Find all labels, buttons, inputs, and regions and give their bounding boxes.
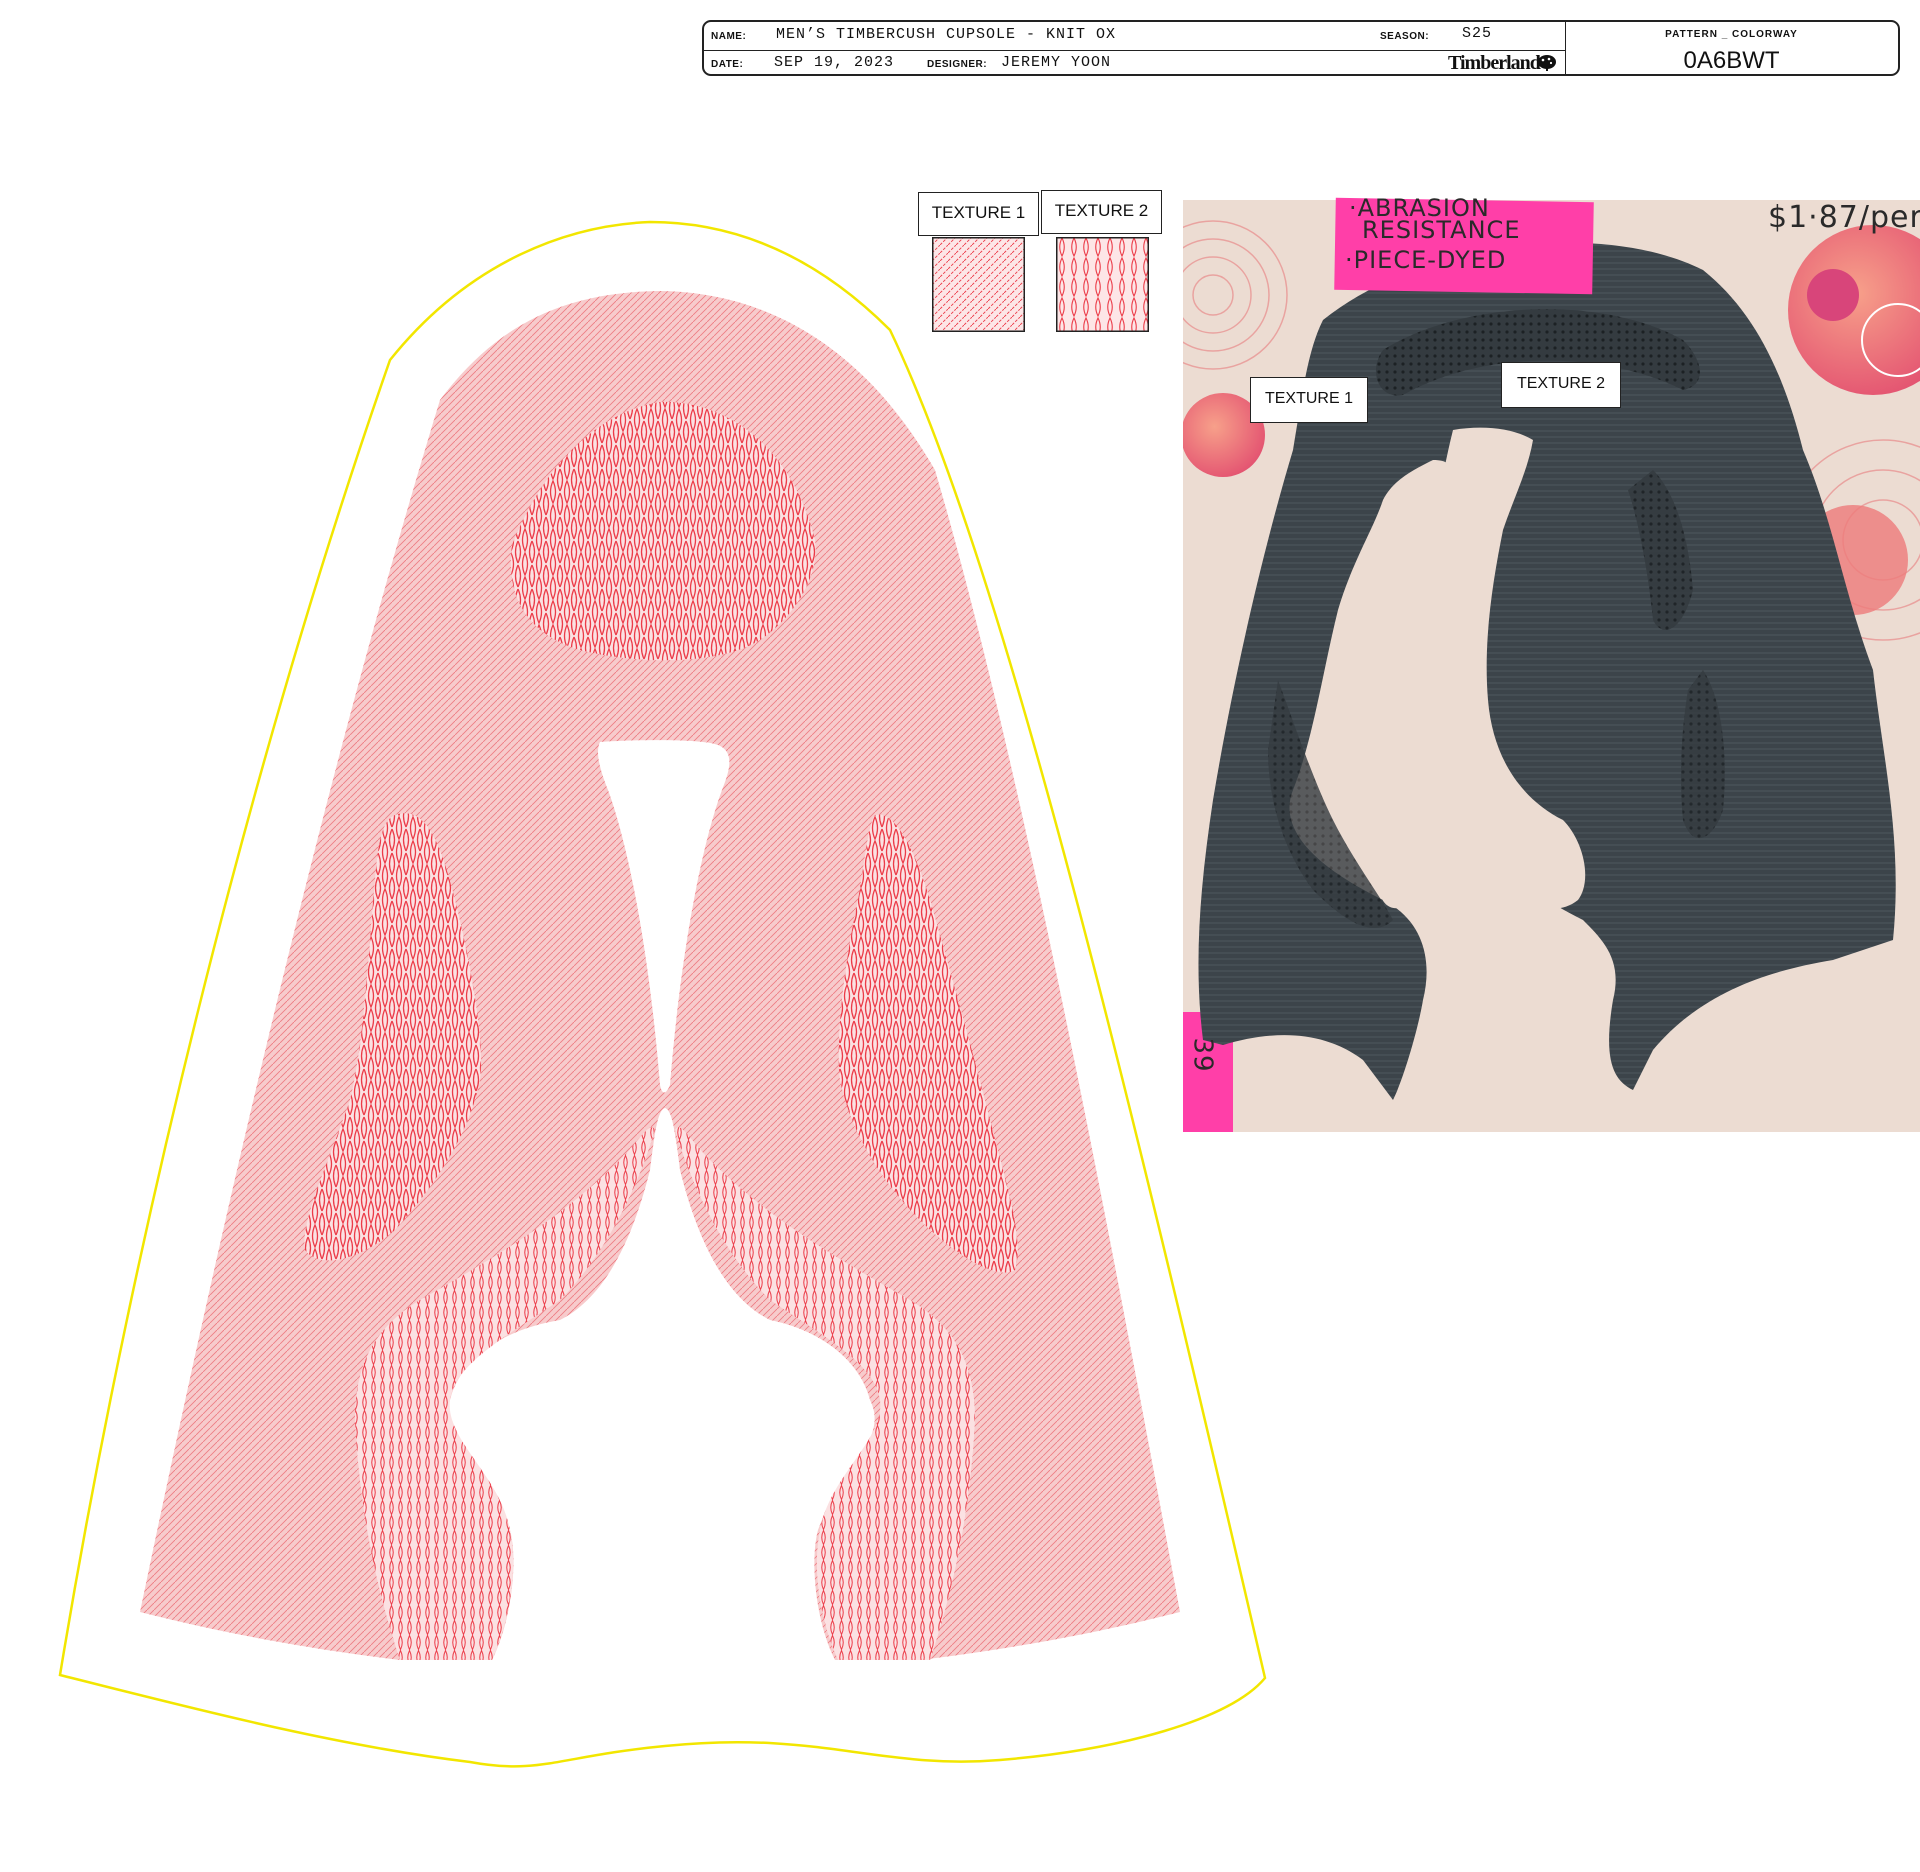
legend-texture1-label: TEXTURE 1: [918, 192, 1039, 236]
photo-texture2-label: TEXTURE 2: [1501, 362, 1621, 408]
pattern-colorway-label: PATTERN _ COLORWAY: [1665, 29, 1798, 40]
texture1-swatch: [932, 237, 1025, 332]
price-note: $1·87/per: [1768, 200, 1920, 235]
legend-texture2-label: TEXTURE 2: [1041, 190, 1162, 234]
season-value: S25: [1462, 25, 1493, 42]
pattern-colorway-value: 0A6BWT: [1683, 47, 1780, 74]
photo-scene: [1183, 200, 1920, 1132]
season-label: SEASON:: [1380, 31, 1430, 42]
note-line-resistance: RESISTANCE: [1362, 216, 1521, 244]
tree-logo-icon: [1538, 55, 1556, 71]
brand-logo: Timberland: [1448, 52, 1541, 74]
knit-sample-photo: [1183, 200, 1920, 1132]
note-line-piece-dyed: ·PIECE-DYED: [1345, 246, 1507, 274]
photo-texture1-label: TEXTURE 1: [1250, 377, 1368, 423]
texture2-swatch: [1056, 237, 1149, 332]
tag-note: 39: [1187, 1037, 1218, 1073]
